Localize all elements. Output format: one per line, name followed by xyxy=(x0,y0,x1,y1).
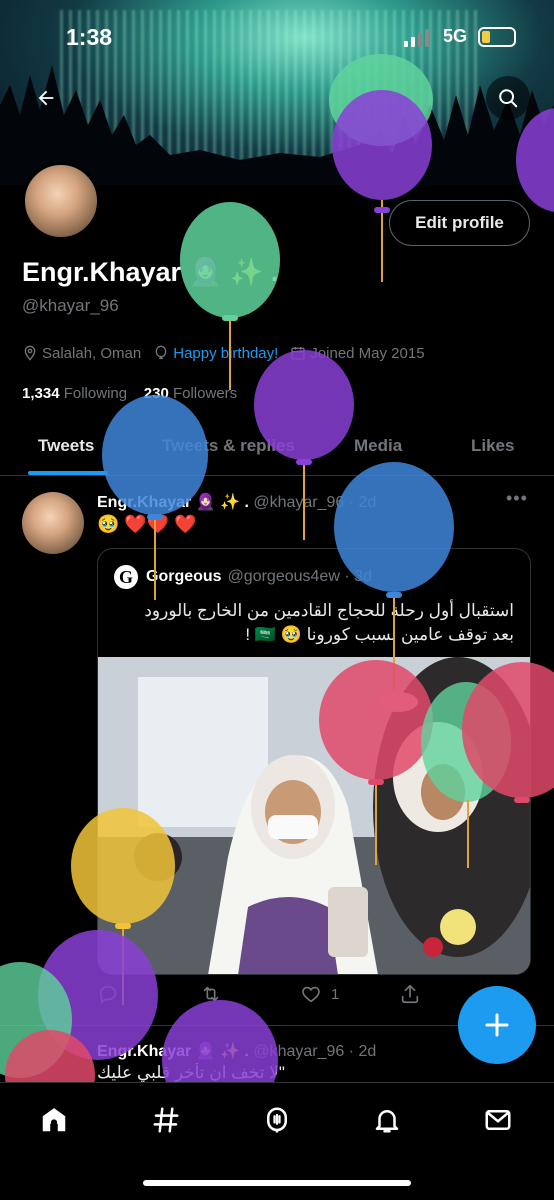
search-button[interactable] xyxy=(486,76,530,120)
followers-label: Followers xyxy=(172,385,238,402)
like-button[interactable]: 1 xyxy=(299,983,339,1005)
reply-button[interactable] xyxy=(97,983,119,1005)
tweet-avatar[interactable] xyxy=(22,492,84,554)
plus-icon xyxy=(485,1013,509,1037)
back-button[interactable] xyxy=(24,76,68,120)
nav-home[interactable] xyxy=(37,1103,71,1137)
share-icon xyxy=(401,984,419,1004)
back-arrow-icon xyxy=(38,90,54,106)
profile-meta: Salalah, Oman Happy birthday! Joined May… xyxy=(22,342,437,364)
tweet-header: Engr.Khayar 🧕🏻 ✨ . @khayar_96 · 2d xyxy=(97,492,376,512)
home-icon xyxy=(42,1108,66,1132)
quote-avatar: G xyxy=(114,565,138,589)
quote-text-line-1: استقبال أول رحلة للحجاج القادمين من الخا… xyxy=(144,601,514,620)
location-text: Salalah, Oman xyxy=(42,344,142,362)
messages-envelope-icon xyxy=(485,1110,511,1130)
status-time: 1:38 xyxy=(66,24,113,50)
cellular-signal-icon xyxy=(404,29,429,47)
pilgrims-photo-illustration xyxy=(98,657,530,974)
following-label: Following xyxy=(63,385,128,402)
following-count: 1,334 xyxy=(22,385,60,402)
battery-icon xyxy=(478,27,516,47)
tweet-author-name[interactable]: Engr.Khayar 🧕🏻 ✨ . xyxy=(97,494,249,511)
active-tab-indicator xyxy=(28,471,108,475)
nav-explore[interactable] xyxy=(149,1103,183,1137)
search-icon xyxy=(499,89,518,108)
nav-notifications[interactable] xyxy=(370,1103,404,1137)
tweet2-text: "لا تخف ان تأخر قلبي عليك xyxy=(97,1063,285,1082)
retweet-button[interactable] xyxy=(199,983,223,1005)
tweet2-author-name[interactable]: Engr.Khayar 🧕🏻 ✨ . xyxy=(97,1043,249,1060)
quote-header: G Gorgeous @gorgeous4ew · 3d xyxy=(114,565,372,589)
tab-likes[interactable]: Likes xyxy=(471,436,514,456)
tweet-author-handle: @khayar_96 · 2d xyxy=(253,494,377,511)
followers-link[interactable]: 230 Followers xyxy=(144,385,237,402)
followers-count: 230 xyxy=(143,385,169,402)
profile-handle: @khayar_96 xyxy=(22,296,119,315)
more-options-icon[interactable]: ••• xyxy=(506,488,528,509)
edit-profile-button[interactable]: Edit profile xyxy=(389,200,530,246)
profile-location: Salalah, Oman xyxy=(22,345,141,362)
nav-spaces[interactable] xyxy=(260,1103,294,1137)
network-type: 5G xyxy=(443,26,468,46)
quote-text: استقبال أول رحلة للحجاج القادمين من الخا… xyxy=(114,599,514,647)
share-button[interactable] xyxy=(399,983,421,1005)
following-link[interactable]: 1,334 Following xyxy=(22,385,127,402)
quoted-tweet[interactable]: G Gorgeous @gorgeous4ew · 3d استقبال أول… xyxy=(97,548,531,975)
follow-stats: 1,334 Following 230 Followers xyxy=(22,385,237,402)
tab-media[interactable]: Media xyxy=(354,436,402,456)
balloon-icon xyxy=(155,345,167,359)
battery-level xyxy=(482,31,490,43)
profile-avatar[interactable] xyxy=(22,162,100,240)
spaces-microphone-icon xyxy=(267,1107,287,1133)
tweet2-author-handle: @khayar_96 · 2d xyxy=(253,1043,377,1060)
tweet2-header: Engr.Khayar 🧕🏻 ✨ . @khayar_96 · 2d xyxy=(97,1041,376,1061)
status-bar: 1:38 5G xyxy=(0,0,554,70)
profile-tabs: Tweets Tweets & replies Media Likes xyxy=(0,420,554,476)
profile-website[interactable]: Happy birthday! xyxy=(153,345,278,362)
balloon-green-bottom-left xyxy=(0,962,72,1078)
reply-icon xyxy=(99,985,117,1004)
calendar-icon xyxy=(291,347,305,360)
notifications-bell-icon xyxy=(375,1110,399,1133)
profile-joined: Joined May 2015 xyxy=(290,344,425,362)
quote-photo[interactable] xyxy=(98,657,530,974)
hashtag-explore-icon xyxy=(153,1107,179,1133)
retweet-icon xyxy=(203,986,219,1002)
quote-author-name: Gorgeous xyxy=(146,568,222,585)
home-indicator-bar xyxy=(143,1180,411,1186)
quote-text-line-2: بعد توقف عامين بسبب كورونا 🥹 🇸🇦 ! xyxy=(245,625,514,644)
nav-messages[interactable] xyxy=(481,1103,515,1137)
profile-display-name: Engr.Khayar 🧕🏻 ✨ . xyxy=(22,257,279,287)
tab-tweets[interactable]: Tweets xyxy=(38,436,94,456)
website-link[interactable]: Happy birthday! xyxy=(173,345,278,362)
tab-tweets-replies[interactable]: Tweets & replies xyxy=(162,436,295,456)
compose-tweet-button[interactable] xyxy=(458,986,536,1064)
joined-text: Joined May 2015 xyxy=(310,344,425,362)
heart-icon xyxy=(302,986,320,1003)
quote-author-handle: @gorgeous4ew · 3d xyxy=(227,568,372,585)
like-count: 1 xyxy=(331,985,340,1003)
tweet-text: 🥹 ❤️❤️ ❤️ xyxy=(97,514,197,534)
location-pin-icon xyxy=(24,345,36,361)
